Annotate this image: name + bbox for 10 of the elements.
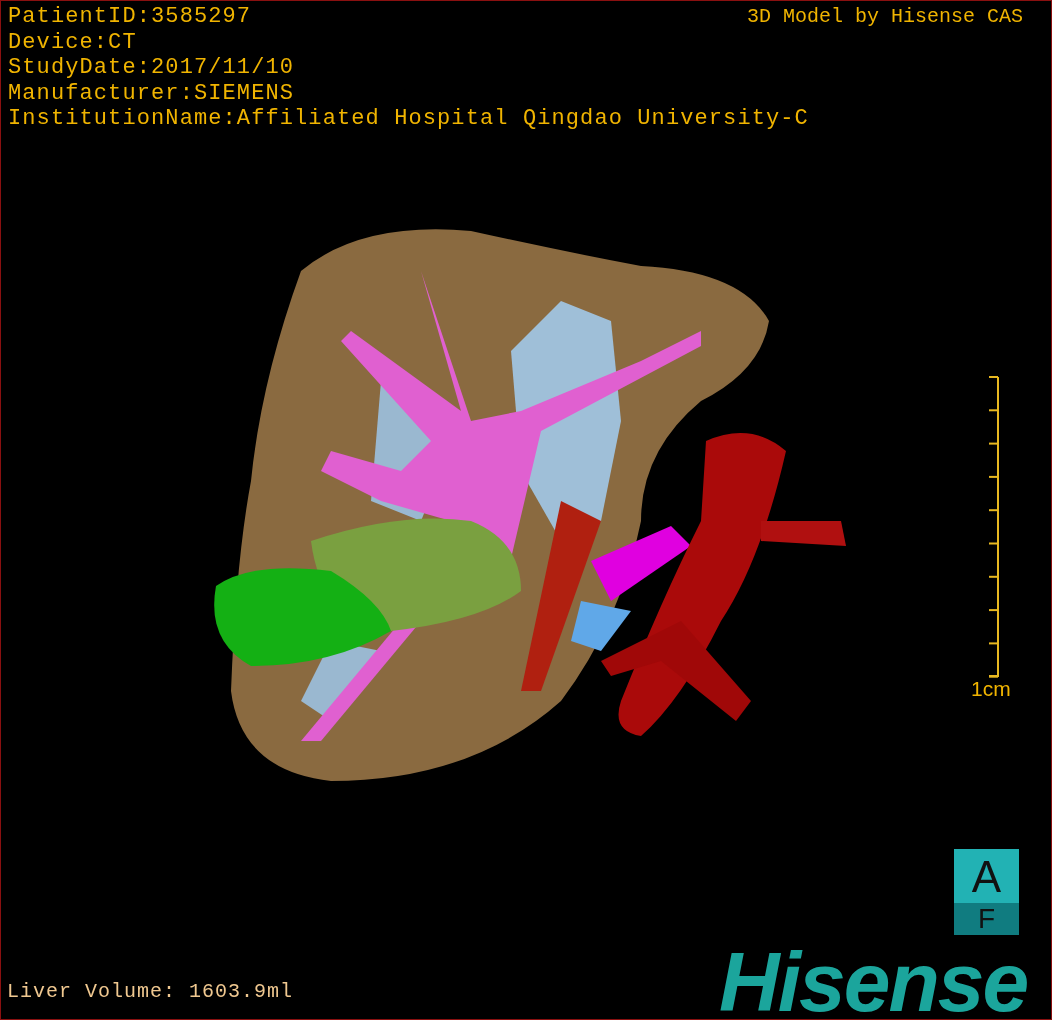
scale-bar-icon <box>987 376 1001 678</box>
info-text: Manufacturer:SIEMENS <box>8 80 295 106</box>
info-text: Device:CT <box>8 29 137 55</box>
info-text: PatientID:3585297 <box>8 4 252 30</box>
info-text: InstitutionName:Affiliated Hospital Qingdao University-C <box>8 106 809 132</box>
scale-label: 1cm <box>971 677 1011 701</box>
volume-text: Liver Volume: 1603.9ml <box>7 979 294 1005</box>
info-text: StudyDate:2017/11/10 <box>8 55 295 81</box>
logo-text: Hisense <box>719 937 1028 1019</box>
credit-text: 3D Model by Hisense CAS <box>746 4 1023 29</box>
